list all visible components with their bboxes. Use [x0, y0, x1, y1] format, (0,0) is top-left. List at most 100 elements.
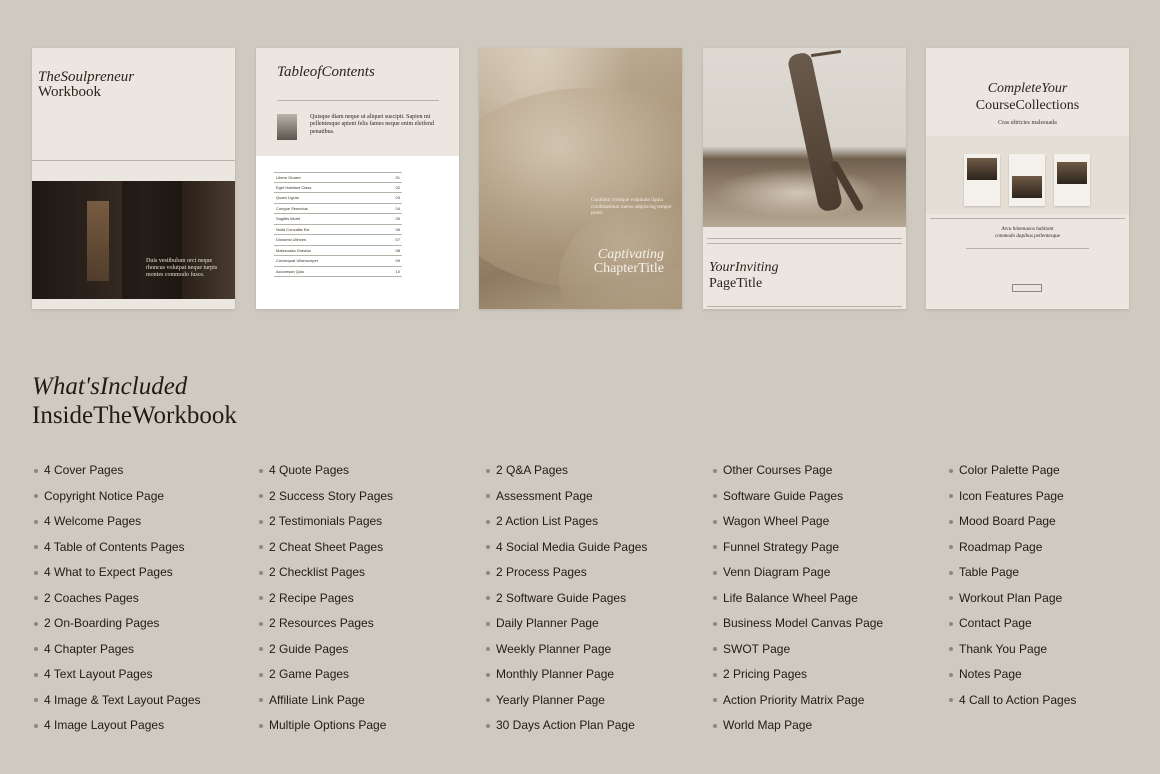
bullet-icon: [34, 570, 38, 575]
toc-row: Sagittis Morbi 05: [274, 214, 402, 225]
bullet-icon: [949, 468, 953, 473]
included-list-item: 4 Call to Action Pages: [949, 688, 1076, 714]
toc-intro: Quisque diam neque ut aliquet suscipit. …: [310, 114, 434, 135]
section-headline: What'sIncluded InsideTheWorkbook: [32, 372, 237, 430]
included-list-item-label: 4 Text Layout Pages: [44, 667, 153, 681]
photo-doorway: [122, 181, 182, 299]
page-title-plain: PageTitle: [709, 276, 763, 291]
included-list-item-label: 2 On-Boarding Pages: [44, 616, 160, 630]
included-list-item: 2 Success Story Pages: [259, 484, 393, 510]
included-list-item: Assessment Page: [486, 484, 647, 510]
bullet-icon: [713, 468, 717, 473]
included-list-item-label: Business Model Canvas Page: [723, 616, 884, 630]
included-list-item: 2 Recipe Pages: [259, 586, 393, 612]
included-list-item: 2 Checklist Pages: [259, 560, 393, 586]
included-list-item-label: 4 Quote Pages: [269, 463, 350, 477]
included-list-item-label: 2 Action List Pages: [496, 514, 599, 528]
included-list-item-label: Daily Planner Page: [496, 616, 599, 630]
included-list-item-label: Assessment Page: [496, 488, 593, 503]
toc-row-page: 08: [395, 247, 400, 253]
included-list-item: 4 Chapter Pages: [34, 637, 201, 663]
included-list-item: Mood Board Page: [949, 509, 1076, 535]
toc-row-page: 07: [395, 237, 400, 243]
divider: [966, 248, 1089, 249]
toc-row-page: 06: [395, 226, 400, 232]
bullet-icon: [486, 672, 490, 677]
toc-row: Accumsan Quis 10: [274, 267, 402, 277]
included-list-item-label: 4 Cover Pages: [44, 463, 124, 477]
toc-row-page: 01: [395, 174, 400, 180]
course-card: [964, 154, 1000, 206]
page-title-italic: YourInviting: [709, 260, 779, 275]
bullet-icon: [259, 494, 263, 499]
toc-row: Malesuada Gravida 08: [274, 246, 402, 256]
included-list-item-label: Action Priority Matrix Page: [723, 692, 865, 707]
included-list-item: Daily Planner Page: [486, 611, 647, 637]
bullet-icon: [713, 647, 717, 652]
toc-row-label: Eget Habitant Class: [276, 184, 312, 190]
included-list-item-label: Notes Page: [959, 667, 1022, 681]
bullet-icon: [486, 570, 490, 575]
card-photo: [1057, 162, 1087, 184]
included-list-item-label: 2 Recipe Pages: [269, 590, 354, 605]
included-list-item: 2 Process Pages: [486, 560, 647, 586]
bullet-icon: [713, 596, 717, 601]
toc-row-page: 04: [395, 205, 400, 211]
included-list-item: 2 Testimonials Pages: [259, 509, 393, 535]
included-list-item: 4 Text Layout Pages: [34, 662, 201, 688]
course-quote-line2: commodo dapibus pellentesque: [994, 233, 1061, 239]
course-title: CompleteYour CourseCollections: [926, 80, 1129, 114]
included-list-item-label: Venn Diagram Page: [723, 565, 831, 579]
bullet-icon: [949, 698, 953, 703]
included-list-item-label: Workout Plan Page: [959, 590, 1063, 605]
toc-row: Congue Senectus 04: [274, 204, 402, 214]
headline-line-2: InsideTheWorkbook: [32, 402, 237, 429]
included-list-item-label: 4 What to Expect Pages: [44, 565, 173, 579]
included-list-item: 2 On-Boarding Pages: [34, 611, 201, 637]
cover-lower-panel: [32, 302, 235, 309]
bullet-icon: [259, 596, 263, 601]
included-list-item-label: 30 Days Action Plan Page: [496, 718, 635, 732]
bullet-icon: [34, 621, 38, 626]
chapter-body: Curabitur tristique vulputate ligula con…: [591, 197, 672, 216]
cover-title: TheSoulpreneur Workbook: [38, 70, 134, 100]
bullet-icon: [949, 570, 953, 575]
bullet-icon: [713, 621, 717, 626]
included-list-item: 2 Cheat Sheet Pages: [259, 535, 393, 561]
bullet-icon: [259, 672, 263, 677]
included-list-item-label: 2 Process Pages: [496, 565, 587, 579]
bullet-icon: [486, 596, 490, 601]
included-list-item-label: 4 Call to Action Pages: [959, 692, 1077, 707]
included-list-item: Workout Plan Page: [949, 586, 1076, 612]
included-list-item-label: 4 Table of Contents Pages: [44, 539, 185, 554]
thumbnail-cover-page: TheSoulpreneur Workbook Duis vestibulum …: [32, 48, 235, 309]
bullet-icon: [713, 672, 717, 677]
bullet-icon: [486, 647, 490, 652]
included-list-item: Table Page: [949, 560, 1076, 586]
included-list-item-label: SWOT Page: [723, 641, 791, 656]
toc-row-label: Libero Ornare: [276, 174, 301, 180]
bullet-icon: [713, 519, 717, 524]
card-photo: [967, 158, 997, 180]
toc-row-page: 03: [395, 195, 400, 201]
included-list-item: Weekly Planner Page: [486, 637, 647, 663]
toc-row-label: Quam Ligula: [276, 195, 299, 201]
included-list-item-label: 2 Checklist Pages: [269, 565, 366, 579]
toc-portrait: [277, 114, 297, 140]
divider: [32, 160, 235, 161]
included-list-item-label: Wagon Wheel Page: [723, 514, 830, 528]
included-list-item-label: 2 Pricing Pages: [723, 667, 808, 681]
toc-row-label: Consequat Ullamcorper: [276, 258, 319, 264]
toc-header-rule: [277, 98, 439, 101]
toc-row-page: 05: [395, 216, 400, 222]
included-list-item-label: Thank You Page: [959, 641, 1048, 656]
included-list-item: Business Model Canvas Page: [713, 611, 883, 637]
included-list-item: 2 Software Guide Pages: [486, 586, 647, 612]
toc-row-page: 10: [395, 268, 400, 274]
photo-light: [87, 201, 109, 281]
toc-row-label: Sagittis Morbi: [276, 216, 301, 222]
course-card: [1054, 154, 1090, 206]
included-list-item: Funnel Strategy Page: [713, 535, 883, 561]
included-list-item-label: 2 Testimonials Pages: [269, 514, 383, 528]
bullet-icon: [949, 672, 953, 677]
